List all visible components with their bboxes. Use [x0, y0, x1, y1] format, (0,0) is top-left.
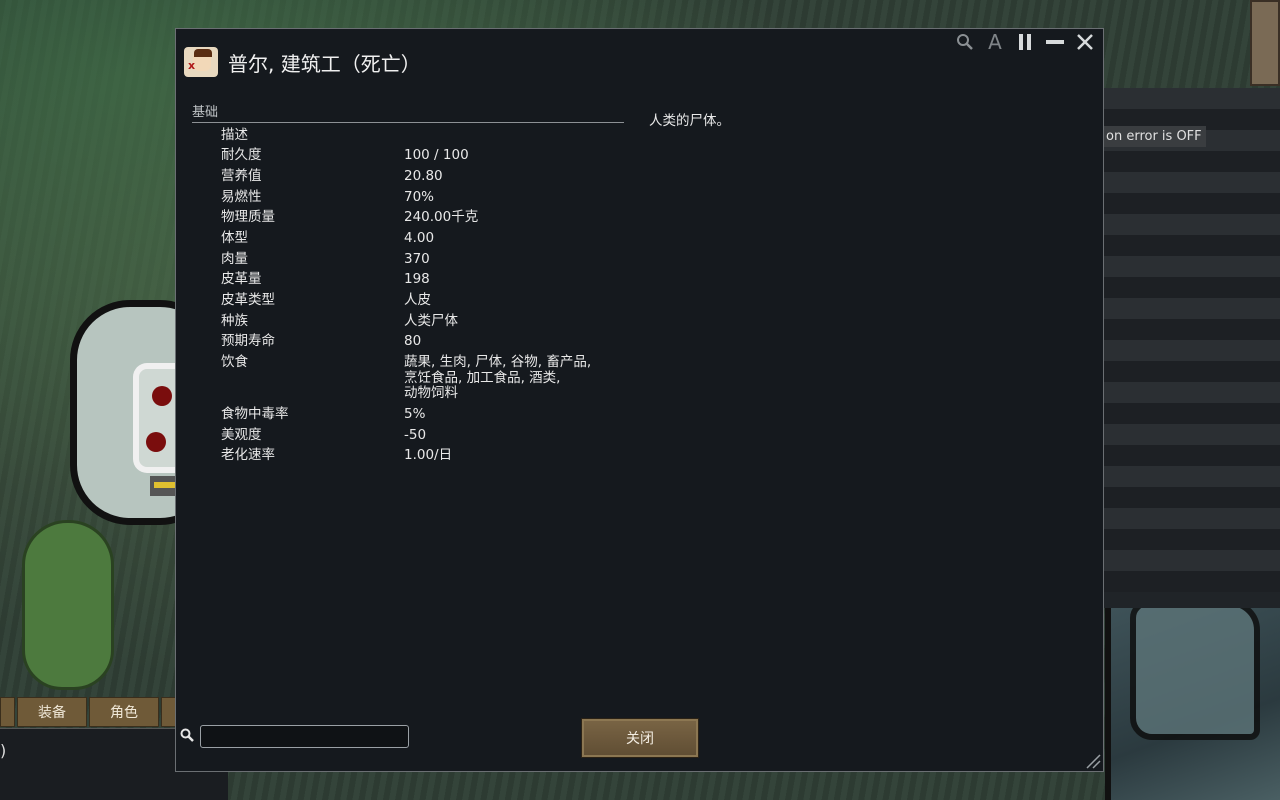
stat-label: 预期寿命 — [221, 333, 275, 350]
stat-value: 蔬果, 生肉, 尸体, 谷物, 畜产品, 烹饪食品, 加工食品, 酒类, 动物饲… — [404, 354, 592, 402]
stat-label: 营养值 — [221, 167, 262, 184]
tree — [22, 520, 114, 690]
info-dialog: x 普尔, 建筑工（死亡） A 基础 描述耐久度 100 / 100 营养值 20.8… — [175, 28, 1104, 772]
stat-label: 描述 — [221, 126, 248, 143]
stat-label: 皮革类型 — [221, 292, 275, 309]
stat-value: -50 — [404, 426, 427, 443]
stat-row[interactable]: 描述 — [192, 125, 624, 146]
stat-label: 物理质量 — [221, 209, 275, 226]
close-button[interactable]: 关闭 — [581, 718, 699, 758]
stat-value: 80 — [404, 333, 422, 350]
stat-row[interactable]: 易燃性 70% — [192, 187, 624, 208]
stat-value: 370 — [404, 250, 430, 267]
pause-icon[interactable] — [1015, 30, 1035, 54]
resize-handle-icon[interactable] — [1085, 753, 1101, 769]
stat-row[interactable]: 皮革类型 人皮 — [192, 291, 624, 312]
tab-gear[interactable]: 装备 — [17, 697, 87, 727]
panel-text: ) — [0, 741, 7, 760]
stat-label: 肉量 — [221, 250, 248, 267]
blood-stain — [146, 432, 166, 452]
stat-value: 240.00千克 — [404, 209, 479, 226]
search-bar — [180, 725, 409, 748]
stat-row[interactable]: 食物中毒率 5% — [192, 404, 624, 425]
error-toggle-badge[interactable]: on error is OFF — [1102, 126, 1206, 147]
stat-row[interactable]: 预期寿命 80 — [192, 332, 624, 353]
dialog-header: x 普尔, 建筑工（死亡） — [184, 47, 421, 77]
section-title: 基础 — [192, 101, 624, 123]
stat-label: 饮食 — [221, 354, 248, 371]
stat-label: 皮革量 — [221, 271, 262, 288]
stat-row[interactable]: 耐久度 100 / 100 — [192, 146, 624, 167]
window-controls: A — [955, 29, 1095, 55]
search-input[interactable] — [200, 725, 409, 748]
stat-label: 种族 — [221, 312, 248, 329]
stat-label: 耐久度 — [221, 147, 262, 164]
debug-log-panel — [1104, 88, 1280, 608]
stat-value: 20.80 — [404, 167, 443, 184]
map-thumbnail[interactable] — [1250, 0, 1280, 86]
stat-row[interactable]: 营养值 20.80 — [192, 166, 624, 187]
stat-row[interactable]: 老化速率 1.00/日 — [192, 446, 624, 467]
stat-row[interactable]: 种族 人类尸体 — [192, 311, 624, 332]
search-icon — [180, 728, 194, 746]
tab-character[interactable]: 角色 — [89, 697, 159, 727]
stats-section: 基础 描述耐久度 100 / 100 营养值 20.80 易燃性 70% 物理质量 240.0… — [192, 101, 624, 466]
stat-label: 老化速率 — [221, 447, 275, 464]
dialog-title: 普尔, 建筑工（死亡） — [228, 51, 421, 76]
stat-label: 美观度 — [221, 426, 262, 443]
font-size-icon[interactable]: A — [985, 30, 1005, 54]
stats-list: 描述耐久度 100 / 100 营养值 20.80 易燃性 70% 物理质量 240.00千克… — [192, 125, 624, 466]
stat-value: 5% — [404, 405, 426, 422]
stat-row[interactable]: 美观度 -50 — [192, 425, 624, 446]
stat-row[interactable]: 肉量 370 — [192, 249, 624, 270]
stat-label: 食物中毒率 — [221, 405, 289, 422]
bottom-tab-bar: 装备 角色 — [0, 697, 181, 727]
pawn-portrait-icon: x — [184, 47, 218, 77]
stat-label: 体型 — [221, 230, 248, 247]
description-text: 人类的尸体。 — [649, 113, 730, 129]
stat-row[interactable]: 物理质量 240.00千克 — [192, 208, 624, 229]
rock-terrain — [1130, 600, 1260, 740]
minimize-icon[interactable] — [1045, 30, 1065, 54]
stat-value: 70% — [404, 188, 435, 205]
stat-value: 人类尸体 — [404, 312, 458, 329]
stat-value: 198 — [404, 271, 430, 288]
stat-value: 4.00 — [404, 230, 435, 247]
blood-stain — [152, 386, 172, 406]
tab-partial[interactable] — [0, 697, 15, 727]
search-icon[interactable] — [955, 30, 975, 54]
stat-row[interactable]: 皮革量 198 — [192, 270, 624, 291]
stat-row[interactable]: 饮食 蔬果, 生肉, 尸体, 谷物, 畜产品, 烹饪食品, 加工食品, 酒类, 动… — [192, 353, 624, 405]
stat-row[interactable]: 体型 4.00 — [192, 228, 624, 249]
stat-value: 人皮 — [404, 292, 431, 309]
stat-value — [404, 128, 624, 144]
stat-value: 1.00/日 — [404, 447, 453, 464]
stat-label: 易燃性 — [221, 188, 262, 205]
stat-value: 100 / 100 — [404, 147, 469, 164]
close-icon[interactable] — [1075, 30, 1095, 54]
